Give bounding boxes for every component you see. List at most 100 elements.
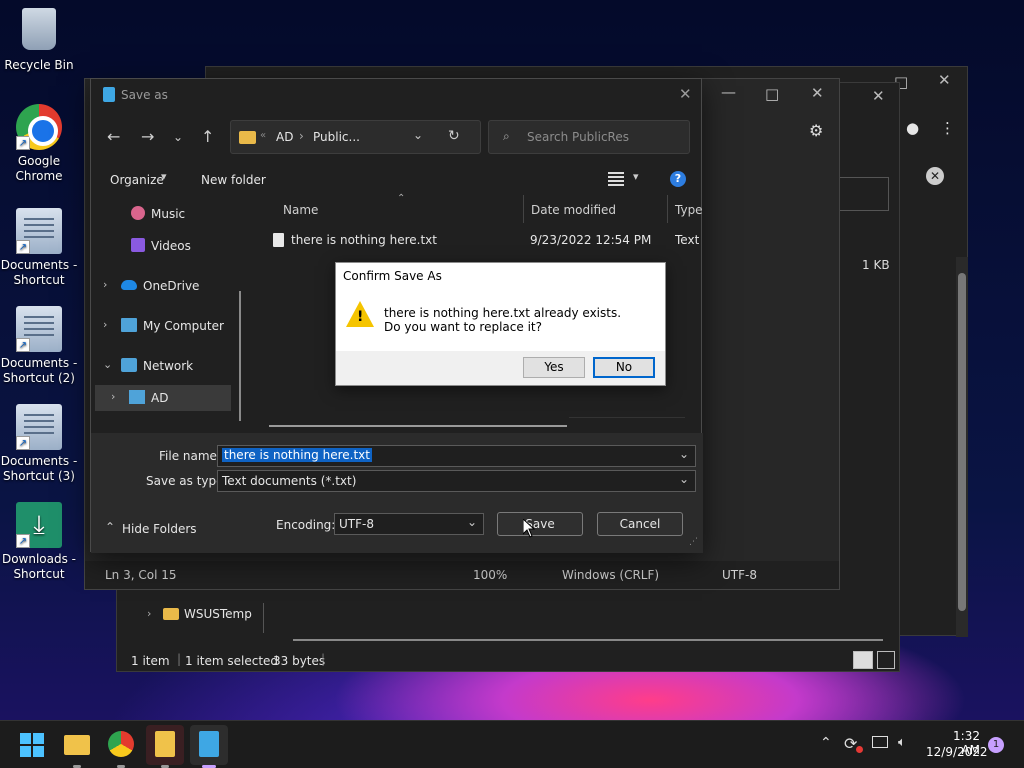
file-row[interactable]: there is nothing here.txt 9/23/2022 12:5… xyxy=(271,229,703,251)
confirm-body: ! there is nothing here.txt already exis… xyxy=(336,289,665,351)
maximize-icon[interactable]: □ xyxy=(765,85,779,103)
notepad-taskbar-icon[interactable] xyxy=(199,731,219,757)
new-folder-button[interactable]: New folder xyxy=(201,173,266,187)
help-icon[interactable]: ? xyxy=(670,171,686,187)
save-type-value: Text documents (*.txt) xyxy=(222,474,357,488)
explorer-statusbar: 1 item | 1 item selected 33 bytes | xyxy=(117,649,901,673)
encoding-select[interactable]: UTF-8 ⌄ xyxy=(334,513,484,535)
confirm-title: Confirm Save As xyxy=(343,269,442,283)
minimize-icon[interactable]: — xyxy=(721,83,736,101)
tree-item-label: Music xyxy=(151,207,186,221)
close-icon[interactable]: ✕ xyxy=(872,87,885,105)
status-separator: | xyxy=(321,652,326,666)
desktop-icon-label: Documents - Shortcut (3) xyxy=(0,454,78,483)
clock-date[interactable]: 12/9/2022 xyxy=(926,745,988,759)
view-options-icon[interactable] xyxy=(608,172,624,186)
pane-divider xyxy=(263,603,264,633)
details-view-icon[interactable] xyxy=(853,651,873,669)
file-explorer-network-icon[interactable] xyxy=(155,731,175,757)
hide-folders-button[interactable]: ⌃ Hide Folders xyxy=(103,519,203,539)
confirm-question: Do you want to replace it? xyxy=(384,320,542,334)
music-icon xyxy=(131,206,145,220)
chevron-down-icon[interactable]: ⌄ xyxy=(467,515,477,529)
chevron-right-icon[interactable]: › xyxy=(103,278,107,291)
horizontal-scrollbar[interactable] xyxy=(293,639,883,641)
close-icon[interactable]: ✕ xyxy=(679,85,692,103)
organize-button[interactable]: Organize xyxy=(110,173,164,187)
forward-arrow-icon[interactable]: → xyxy=(141,127,154,146)
desktop-icon-documents-shortcut-3[interactable]: ↗ Documents - Shortcut (3) xyxy=(0,404,78,484)
show-hidden-icons-chevron-icon[interactable]: ⌃ xyxy=(820,735,832,751)
resize-grip-icon[interactable]: ⋰ xyxy=(689,537,698,547)
sync-error-badge xyxy=(856,746,863,753)
settings-gear-icon[interactable]: ⚙ xyxy=(809,121,823,140)
chevron-down-icon[interactable]: ⌄ xyxy=(679,472,689,486)
overflow-icon[interactable]: « xyxy=(260,130,266,141)
column-type[interactable]: Type xyxy=(675,203,703,217)
confirm-save-as-dialog[interactable]: Confirm Save As ! there is nothing here.… xyxy=(335,262,666,386)
profile-icon[interactable]: ● xyxy=(906,119,919,137)
up-arrow-icon[interactable]: ↑ xyxy=(201,127,214,146)
save-type-label: Save as type: xyxy=(146,474,228,488)
desktop-icon-label: Downloads - Shortcut xyxy=(1,552,77,581)
back-arrow-icon[interactable]: ← xyxy=(107,127,120,146)
list-horizontal-scrollbar[interactable] xyxy=(269,425,567,427)
breadcrumb-root[interactable]: AD xyxy=(276,130,293,144)
scrollbar-thumb[interactable] xyxy=(958,273,966,611)
navigation-tree[interactable]: Music Videos › OneDrive › My Computer ⌄ … xyxy=(91,195,251,431)
tree-item-ad[interactable]: › AD xyxy=(95,385,231,411)
clear-icon[interactable]: ✕ xyxy=(926,167,944,185)
tree-item-my-computer[interactable]: › My Computer xyxy=(91,313,241,339)
notification-badge[interactable]: 1 xyxy=(988,737,1004,753)
chrome-taskbar-icon[interactable] xyxy=(108,731,134,757)
no-button[interactable]: No xyxy=(593,357,655,378)
close-icon[interactable]: ✕ xyxy=(811,84,824,102)
tree-item-wsustemp[interactable]: › WSUSTemp xyxy=(147,605,287,625)
chevron-right-icon[interactable]: › xyxy=(147,607,151,620)
breadcrumb-folder[interactable]: Public... xyxy=(313,130,360,144)
chevron-right-icon[interactable]: › xyxy=(111,390,115,403)
tree-item-network[interactable]: ⌄ Network xyxy=(91,353,241,379)
tree-item-videos[interactable]: Videos xyxy=(91,233,241,259)
search-input[interactable]: ⌕ Search PublicRes xyxy=(488,120,690,154)
chevron-down-icon[interactable]: ⌄ xyxy=(413,128,423,142)
status-separator: | xyxy=(177,652,182,666)
chevron-down-icon[interactable]: ⌄ xyxy=(103,358,112,371)
desktop-icon-chrome[interactable]: ↗ Google Chrome xyxy=(0,104,78,184)
close-icon[interactable]: ✕ xyxy=(938,71,951,89)
text-file-icon xyxy=(273,233,284,247)
start-windows-icon[interactable] xyxy=(20,733,44,757)
chevron-up-icon: ⌃ xyxy=(105,520,116,534)
chevron-down-icon[interactable]: ⌄ xyxy=(679,447,689,461)
refresh-icon[interactable]: ↻ xyxy=(448,128,460,144)
network-computer-icon xyxy=(129,390,145,404)
tree-item-music[interactable]: Music xyxy=(91,201,241,227)
tiles-view-icon[interactable] xyxy=(877,651,895,669)
desktop-icon-documents-shortcut-2[interactable]: ↗ Documents - Shortcut (2) xyxy=(0,306,78,386)
tree-item-onedrive[interactable]: › OneDrive xyxy=(91,273,241,299)
save-type-select[interactable]: Text documents (*.txt) ⌄ xyxy=(217,470,696,492)
column-name[interactable]: Name xyxy=(283,203,318,217)
organize-chevron-icon[interactable]: ▾ xyxy=(161,170,167,183)
recent-locations-chevron-icon[interactable]: ⌄ xyxy=(173,130,183,144)
save-button[interactable]: Save xyxy=(497,512,583,536)
yes-button[interactable]: Yes xyxy=(523,357,585,378)
volume-muted-icon[interactable]: 🔈︎ xyxy=(898,735,906,750)
address-bar[interactable]: « AD › Public... ⌄ ↻ xyxy=(230,120,481,154)
desktop-icon-downloads-shortcut[interactable]: ⤓ ↗ Downloads - Shortcut xyxy=(0,502,78,582)
tree-scrollbar[interactable] xyxy=(239,291,241,421)
chevron-right-icon[interactable]: › xyxy=(103,318,107,331)
file-explorer-icon[interactable] xyxy=(64,735,90,755)
desktop-icon-recycle-bin[interactable]: Recycle Bin xyxy=(0,8,78,73)
view-chevron-icon[interactable]: ▾ xyxy=(633,170,639,183)
scrollbar[interactable] xyxy=(956,257,968,637)
desktop-icon-label: Recycle Bin xyxy=(4,58,74,72)
display-icon[interactable] xyxy=(872,736,888,748)
cancel-button[interactable]: Cancel xyxy=(597,512,683,536)
menu-dots-icon[interactable]: ⋮ xyxy=(940,119,955,137)
desktop-icon-documents-shortcut[interactable]: ↗ Documents - Shortcut xyxy=(0,208,78,288)
confirm-message: there is nothing here.txt already exists… xyxy=(384,306,622,320)
list-divider xyxy=(569,417,685,418)
file-name-input[interactable]: there is nothing here.txt ⌄ xyxy=(217,445,696,467)
column-date-modified[interactable]: Date modified xyxy=(531,203,616,217)
